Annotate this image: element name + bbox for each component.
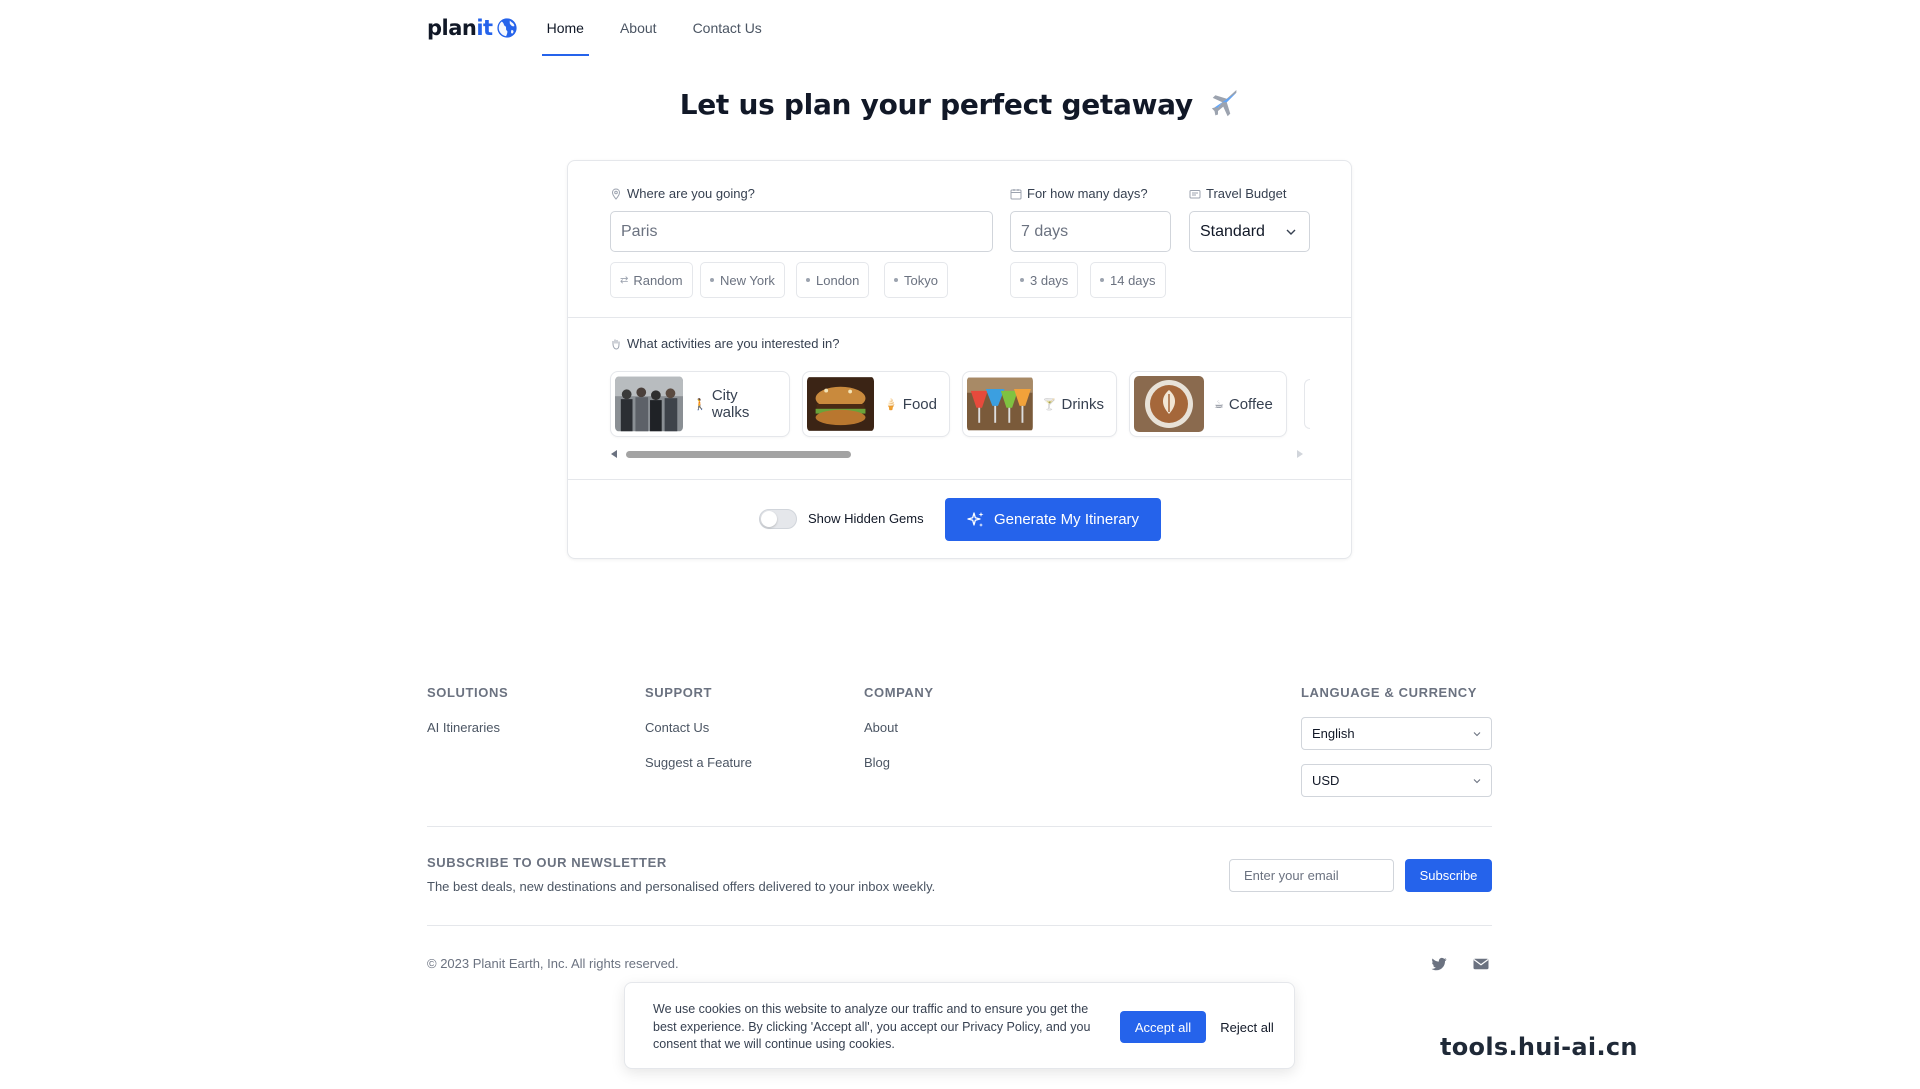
footer-link-blog[interactable]: Blog — [864, 755, 934, 770]
dot-icon — [894, 278, 898, 282]
footer-link-about[interactable]: About — [864, 720, 934, 735]
days-chip-14[interactable]: 14 days — [1090, 262, 1166, 298]
hidden-gems-toggle[interactable] — [759, 509, 797, 529]
activities-label: What activities are you interested in? — [610, 336, 839, 351]
newsletter-heading: SUBSCRIBE TO OUR NEWSLETTER — [427, 855, 667, 870]
nav-link-contact[interactable]: Contact Us — [688, 0, 767, 56]
footer-company: COMPANY About Blog — [864, 685, 934, 790]
dot-icon — [710, 278, 714, 282]
walking-icon: 🚶 — [693, 398, 707, 411]
days-label: For how many days? — [1010, 186, 1148, 201]
generate-itinerary-button[interactable]: Generate My Itinerary — [945, 498, 1161, 541]
chevron-down-icon — [1286, 229, 1296, 235]
budget-select[interactable]: Standard — [1189, 211, 1310, 252]
footer-divider — [427, 826, 1492, 827]
subscribe-button[interactable]: Subscribe — [1405, 859, 1492, 892]
cocktail-icon: 🍸 — [1042, 398, 1057, 411]
chevron-down-icon — [1473, 731, 1481, 736]
nav-link-home[interactable]: Home — [541, 0, 590, 56]
coffee-icon: ☕ — [1214, 398, 1224, 411]
coffee-photo — [1134, 376, 1204, 432]
map-pin-icon — [611, 187, 621, 200]
footer-link-suggest-feature[interactable]: Suggest a Feature — [645, 755, 752, 770]
cookie-banner: We use cookies on this website to analyz… — [624, 982, 1295, 1069]
footer-heading: SUPPORT — [645, 685, 713, 700]
footer-solutions: SOLUTIONS AI Itineraries — [427, 685, 508, 755]
destination-chip-london[interactable]: London — [796, 262, 870, 298]
planner-card: Where are you going? Paris ⇄ Random New Y… — [567, 160, 1352, 559]
top-nav: plan it Home About Contact Us — [427, 0, 793, 56]
budget-label: Travel Budget — [1189, 186, 1286, 201]
footer-link-ai-itineraries[interactable]: AI Itineraries — [427, 720, 508, 735]
newsletter-email-input[interactable]: Enter your email — [1229, 859, 1394, 892]
hand-icon — [612, 339, 620, 350]
globe-icon — [496, 18, 517, 38]
airplane-icon — [1212, 90, 1237, 117]
footer-language-currency: LANGUAGE & CURRENCY — [1301, 685, 1477, 720]
logo[interactable]: plan it — [427, 16, 518, 40]
destination-label: Where are you going? — [610, 186, 755, 201]
toggle-knob — [761, 511, 777, 527]
logo-text-plan: plan — [427, 16, 477, 40]
days-input[interactable]: 7 days — [1010, 211, 1171, 252]
activity-card-food[interactable]: 🍦 Food — [802, 371, 950, 437]
copyright-text: © 2023 Planit Earth, Inc. All rights res… — [427, 956, 679, 971]
food-icon: 🍦 — [884, 398, 898, 411]
destination-chip-tokyo[interactable]: Tokyo — [884, 262, 948, 298]
logo-text-it: it — [476, 16, 493, 40]
city-walks-photo — [615, 376, 684, 432]
twitter-icon[interactable] — [1430, 955, 1448, 973]
footer-divider — [427, 925, 1492, 926]
hidden-gems-label: Show Hidden Gems — [808, 511, 924, 526]
days-chip-3[interactable]: 3 days — [1010, 262, 1079, 298]
shuffle-icon: ⇄ — [620, 274, 629, 286]
footer-heading: COMPANY — [864, 685, 934, 700]
language-select[interactable]: English — [1301, 717, 1492, 750]
dot-icon — [1020, 278, 1024, 282]
activity-card-drinks[interactable]: 🍸 Drinks — [962, 371, 1117, 437]
nav-link-about[interactable]: About — [615, 0, 662, 56]
activity-card-city-walks[interactable]: 🚶 City walks — [610, 371, 790, 437]
mail-icon[interactable] — [1472, 955, 1490, 973]
watermark-text: tools.hui-ai.cn — [1440, 1033, 1638, 1061]
section-divider — [568, 317, 1351, 318]
destination-input[interactable]: Paris — [610, 211, 993, 252]
scroll-left-arrow-icon[interactable] — [611, 450, 617, 458]
section-divider — [568, 479, 1351, 480]
newsletter-description: The best deals, new destinations and per… — [427, 879, 936, 894]
accept-all-button[interactable]: Accept all — [1120, 1011, 1206, 1043]
footer-heading: LANGUAGE & CURRENCY — [1301, 685, 1478, 700]
sparkles-icon — [967, 511, 984, 527]
scroll-right-arrow-icon[interactable] — [1297, 450, 1303, 458]
destination-chip-new-york[interactable]: New York — [700, 262, 785, 298]
activities-scrollbar[interactable] — [611, 449, 1303, 459]
cookie-text: We use cookies on this website to analyz… — [653, 1002, 1091, 1051]
food-photo — [807, 377, 875, 431]
reject-all-button[interactable]: Reject all — [1217, 1011, 1277, 1043]
footer-link-contact-us[interactable]: Contact Us — [645, 720, 752, 735]
currency-select[interactable]: USD — [1301, 764, 1492, 797]
activity-card-coffee[interactable]: ☕ Coffee — [1129, 371, 1287, 437]
calendar-icon — [1010, 188, 1022, 199]
dot-icon — [806, 278, 810, 282]
wallet-icon — [1189, 189, 1201, 198]
chevron-down-icon — [1473, 778, 1481, 783]
footer-heading: SOLUTIONS — [427, 685, 509, 700]
footer-support: SUPPORT Contact Us Suggest a Feature — [645, 685, 752, 790]
activity-card-partial[interactable] — [1304, 379, 1310, 429]
destination-chip-random[interactable]: ⇄ Random — [610, 262, 693, 298]
drinks-photo — [967, 377, 1033, 431]
scrollbar-thumb[interactable] — [626, 451, 851, 458]
dot-icon — [1100, 278, 1104, 282]
hero-title: Let us plan your perfect getaway — [0, 88, 1920, 121]
